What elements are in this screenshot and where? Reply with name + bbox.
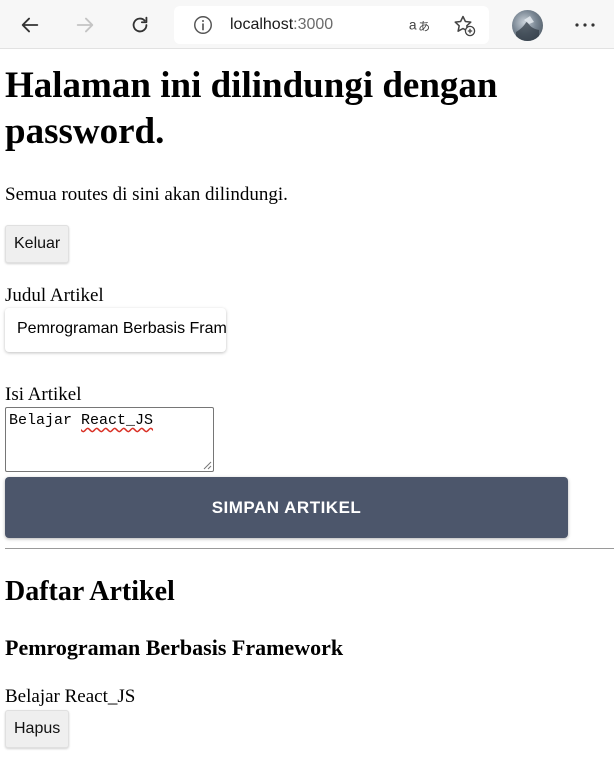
body-textarea[interactable]: Belajar React_JS <box>5 407 214 472</box>
page-content: Halaman ini dilindungi dengan password. … <box>0 63 614 748</box>
page-title: Halaman ini dilindungi dengan password. <box>5 65 498 152</box>
delete-article-button[interactable]: Hapus <box>5 710 70 748</box>
settings-more-button[interactable] <box>568 9 602 41</box>
profile-avatar[interactable] <box>512 10 543 41</box>
svg-text:あ: あ <box>418 20 430 34</box>
arrow-left-icon <box>21 17 39 33</box>
divider <box>5 548 614 549</box>
article-body: Belajar React_JS <box>5 686 136 707</box>
logout-button[interactable]: Keluar <box>5 225 70 263</box>
profile-photo-icon <box>516 16 539 41</box>
forward-button[interactable] <box>68 8 102 42</box>
title-label: Judul Artikel <box>5 285 104 306</box>
article-item: Pemrograman Berbasis Framework Belajar R… <box>5 635 609 748</box>
body-label: Isi Artikel <box>5 384 82 405</box>
more-horizontal-icon <box>575 23 595 27</box>
body-text-misspelled: React_JS <box>81 412 154 429</box>
arrow-right-icon <box>76 17 94 33</box>
read-aloud-icon[interactable]: aあ <box>408 14 432 36</box>
address-bar[interactable]: localhost:3000 aあ <box>174 6 489 44</box>
info-icon[interactable] <box>192 14 214 36</box>
resize-handle-icon[interactable] <box>202 460 212 470</box>
body-text: Belajar <box>9 412 82 429</box>
refresh-icon <box>132 16 148 33</box>
article-title: Pemrograman Berbasis Framework <box>5 635 344 660</box>
page-subtitle: Semua routes di sini akan dilindungi. <box>5 184 288 205</box>
save-article-button[interactable]: SIMPAN ARTIKEL <box>5 477 568 538</box>
browser-toolbar: localhost:3000 aあ <box>0 0 614 49</box>
svg-text:a: a <box>409 17 417 33</box>
refresh-button[interactable] <box>123 8 157 42</box>
title-input[interactable]: Pemrograman Berbasis Framework <box>5 308 226 352</box>
back-button[interactable] <box>13 8 47 42</box>
url-text: localhost:3000 <box>230 16 334 33</box>
favorite-add-icon[interactable] <box>452 13 476 37</box>
article-list-heading: Daftar Artikel <box>5 576 175 607</box>
